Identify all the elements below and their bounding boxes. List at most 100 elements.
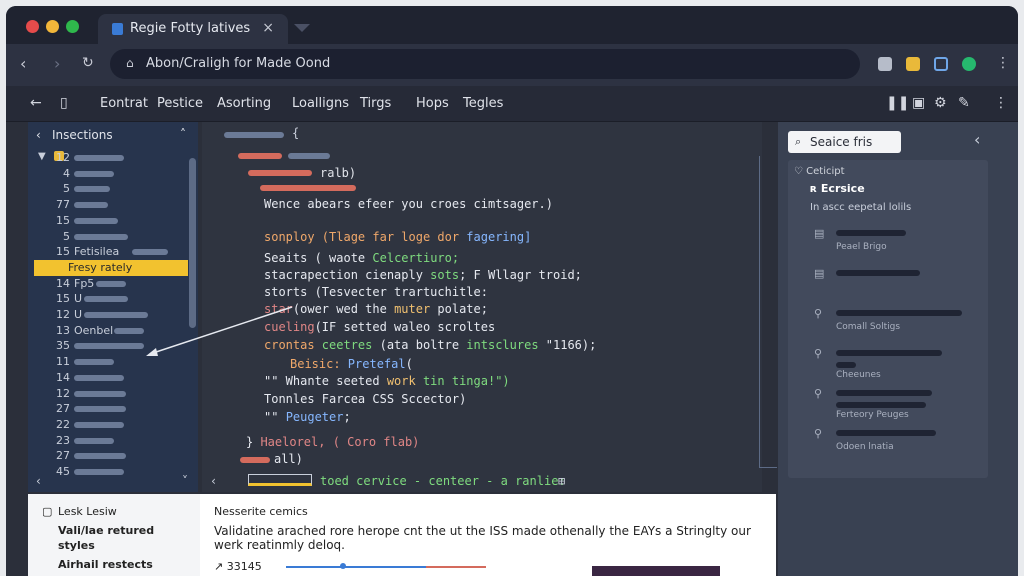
sidebar-back-icon[interactable]: ‹ — [36, 128, 41, 142]
edit-icon[interactable]: ✎ — [958, 95, 970, 111]
list-item-caption: Comall Soltigs — [836, 322, 901, 332]
tree-item[interactable]: 23 — [28, 433, 188, 449]
editor-grid-icon[interactable]: ⊞ — [558, 474, 565, 488]
tree-item-placeholder — [74, 359, 114, 366]
more-icon[interactable]: ⋮ — [994, 95, 1008, 111]
settings-icon[interactable]: ⚙ — [934, 95, 947, 111]
menu-item-4[interactable]: Loalligns — [292, 96, 349, 111]
list-item-icon: ⚲ — [814, 427, 823, 440]
tree-item[interactable]: 27 — [28, 401, 188, 417]
tree-item-placeholder — [96, 280, 126, 287]
editor-scrollbar[interactable] — [759, 156, 777, 468]
search-icon: ⌕ — [795, 135, 802, 148]
code-line: Beisic: Pretefal( — [290, 357, 413, 371]
tree-item[interactable]: 5 — [28, 229, 188, 245]
back-icon[interactable]: ‹ — [20, 54, 26, 73]
tree-item[interactable]: 15 Fetisilea — [28, 244, 188, 260]
range-handle[interactable] — [340, 563, 346, 569]
tree-item-number: 35 — [56, 339, 70, 353]
tab-close-icon[interactable]: × — [262, 20, 274, 36]
browser-menu-icon[interactable]: ⋮ — [996, 55, 1010, 71]
zoom-window-button[interactable] — [66, 20, 79, 33]
tree-item[interactable]: 12 — [28, 386, 188, 402]
tree-item[interactable]: 22 — [28, 417, 188, 433]
search-field[interactable]: ⌕ Seaice fris — [788, 131, 901, 153]
menu-item-6[interactable]: Hops — [416, 96, 449, 111]
sidebar-collapse-icon[interactable]: ˄ — [180, 127, 186, 141]
browser-window: Regie Fotty latives × ‹ › ↻ ⌂ Abon/Crali… — [6, 6, 1018, 576]
url-text: Abon/Craligh for Made Oond — [146, 56, 331, 71]
sidebar-left-icon[interactable]: ‹ — [36, 474, 41, 488]
tab-title: Regie Fotty latives — [130, 21, 251, 36]
bottom-main-panel: Nesserite cemics Validatine arached rore… — [200, 494, 776, 576]
tree-item-number: 22 — [56, 417, 70, 431]
menu-item-5[interactable]: Tirgs — [360, 96, 391, 111]
editor-progress-bar — [248, 474, 312, 486]
bottom-left-item[interactable]: Vali/lae retured — [58, 524, 154, 537]
bottom-left-item[interactable]: styles — [58, 539, 95, 552]
tree-item[interactable]: 27 — [28, 448, 188, 464]
sidebar-down-icon[interactable]: ˅ — [182, 474, 188, 488]
code-line: sonploy (Tlage far loge dor fagering] — [264, 230, 532, 244]
tree-item[interactable]: 5 — [28, 181, 188, 197]
forward-icon[interactable]: › — [54, 54, 60, 73]
list-item[interactable] — [836, 270, 920, 276]
address-row: ‹ › ↻ ⌂ Abon/Craligh for Made Oond ⋮ — [6, 44, 1018, 86]
tree-item[interactable]: 45 — [28, 464, 188, 480]
profile-icon[interactable] — [962, 57, 976, 71]
save-icon[interactable] — [934, 57, 948, 71]
new-tab-icon[interactable] — [294, 24, 310, 32]
menu-item-2[interactable]: Pestice — [157, 96, 203, 111]
annotation-arrow-icon — [146, 306, 293, 356]
bottom-left-item[interactable]: Airhail restects — [58, 558, 153, 571]
tree-item-number: 12 — [56, 386, 70, 400]
bottom-left-title: Lesk Lesiw — [58, 505, 117, 518]
briefcase-icon[interactable]: ▣ — [912, 95, 925, 111]
list-item-icon: ⚲ — [814, 387, 823, 400]
list-item[interactable] — [836, 390, 932, 396]
clipboard-icon[interactable]: ▯ — [60, 95, 68, 111]
tree-item-number: 15 — [56, 213, 70, 227]
list-item-icon: ⚲ — [814, 307, 823, 320]
browser-tab[interactable]: Regie Fotty latives × — [98, 14, 288, 44]
panel-collapse-icon[interactable]: ‹ — [974, 130, 980, 149]
tree-item-number: 23 — [56, 433, 70, 447]
code-line: Seaits ( waote Celcertiuro; — [264, 251, 460, 265]
mail-icon[interactable] — [878, 57, 892, 71]
menu-item-7[interactable]: Tegles — [463, 96, 503, 111]
tree-item[interactable]: 12 — [28, 150, 188, 166]
menu-item-1[interactable]: Eontrat — [100, 96, 148, 111]
code-line: } Haelorel, ( Coro flab) — [246, 435, 420, 449]
list-item[interactable] — [836, 230, 906, 236]
code-placeholder — [238, 153, 282, 159]
reload-icon[interactable]: ↻ — [82, 55, 94, 71]
tree-item[interactable]: 15 — [28, 213, 188, 229]
checkbox-icon[interactable]: ▢ — [42, 505, 52, 518]
code-line: stacrapection cienaply sots; F Wllagr tr… — [264, 268, 582, 282]
list-item[interactable] — [836, 350, 942, 356]
tree-item[interactable]: Fresy rately — [34, 259, 188, 276]
tree-item[interactable]: 14 Fp5 — [28, 276, 188, 292]
tree-item-placeholder — [74, 437, 114, 444]
list-item[interactable] — [836, 430, 936, 436]
url-bar[interactable]: ⌂ Abon/Craligh for Made Oond — [110, 49, 860, 79]
code-line: ralb) — [320, 166, 357, 180]
list-item-caption: Ferteory Peuges — [836, 410, 909, 420]
tree-item-number: 15 — [56, 245, 70, 259]
minimize-window-button[interactable] — [46, 20, 59, 33]
extension-puzzle-icon[interactable] — [906, 57, 920, 71]
tree-item-placeholder — [74, 390, 126, 397]
code-placeholder — [240, 457, 270, 463]
tree-item[interactable]: 4 — [28, 166, 188, 182]
tree-item[interactable]: 77 — [28, 197, 188, 213]
tree-item-label: U — [74, 292, 83, 306]
pause-icon[interactable]: ❚❚ — [886, 95, 909, 111]
list-item[interactable] — [836, 310, 962, 316]
code-editor[interactable]: { ralb) Wence abears efeer you croes cim… — [146, 122, 762, 492]
menu-item-3[interactable]: Asorting — [217, 96, 271, 111]
tree-item[interactable]: 14 — [28, 370, 188, 386]
editor-prev-icon[interactable]: ‹ — [210, 474, 217, 488]
close-window-button[interactable] — [26, 20, 39, 33]
back-arrow-icon[interactable]: ← — [30, 95, 42, 111]
inspector-card: ♡ Ceticipt ʀ Ecrsice In ascc eepetal lol… — [788, 160, 988, 478]
